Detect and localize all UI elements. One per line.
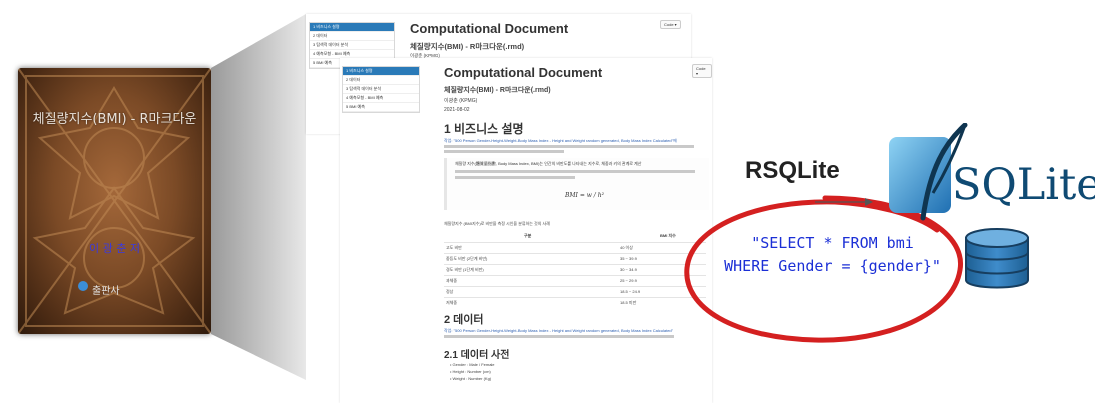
table-header-cell: 구분 [524, 233, 532, 238]
table-row: 저체중 18.5 미만 [444, 297, 706, 307]
book-publisher: 출판사 [92, 286, 120, 297]
toc-item[interactable]: 4 예측모형 - BMI 예측 [343, 94, 419, 103]
subsection-heading: 2.1 데이터 사전 [444, 350, 510, 361]
section-heading: 1 비즈니스 설명 [444, 122, 524, 136]
doc-title: Computational Document [444, 65, 603, 80]
text-line [444, 150, 564, 153]
book-author: 이 광 춘 저 [89, 242, 140, 255]
table-row: 경도 비만 (1단계 비만) 30 ~ 34.9 [444, 264, 706, 274]
text-line [444, 335, 674, 338]
text-line [444, 145, 694, 148]
intro-link[interactable]: 작업: "500 Person Gender-Height-Weight-Bod… [444, 138, 704, 144]
data-link[interactable]: 작업: "500 Person Gender-Height-Weight-Bod… [444, 328, 704, 334]
rsqlite-label: RSQLite [745, 157, 840, 184]
database-icon [965, 228, 1029, 289]
table-row: 중등도 비만 (2단계 비만) 35 ~ 39.9 [444, 253, 706, 263]
bmi-formula: BMI = w / h² [565, 192, 605, 199]
book-title: 체질량지수(BMI) - R마크다운 [32, 112, 197, 127]
table-row: 고도 비만 40 이상 [444, 242, 706, 252]
definition-quote: 체질량 지수(體質量指數, Body Mass Index, BMI)는 인간의… [444, 158, 709, 210]
list-item: • Gender : Male / Female [450, 362, 495, 367]
table-header: 구분 BMI 지수 [444, 231, 706, 240]
section-heading: 2 데이터 [444, 314, 484, 326]
text-line [455, 176, 575, 179]
sql-query: "SELECT * FROM bmi WHERE Gender = {gender… [700, 232, 965, 278]
list-item: • Weight : Number (Kg) [450, 376, 492, 381]
doc-subtitle: 체질량지수(BMI) - R마크다운(.rmd) [410, 42, 525, 51]
table-row: 과체중 25 ~ 29.9 [444, 275, 706, 285]
quote-text: 체질량 지수(體質量指數, Body Mass Index, BMI)는 인간의… [455, 161, 642, 166]
sql-line: WHERE Gender = {gender}" [724, 257, 941, 275]
arrow-icon [815, 198, 873, 206]
code-button[interactable]: Code ▾ [692, 64, 712, 78]
doc-date: 2021-08-02 [444, 107, 470, 113]
publisher-logo-icon [78, 281, 88, 291]
toc-item[interactable]: 2 데이터 [343, 76, 419, 85]
book-cover: 체질량지수(BMI) - R마크다운 이 광 춘 저 출판사 [18, 68, 211, 334]
toc-item[interactable]: 1 비즈니스 설명 [343, 67, 419, 76]
doc-title: Computational Document [410, 21, 569, 36]
toc-item[interactable]: 3 탐색적 데이터 분석 [310, 41, 394, 50]
sql-line: "SELECT * FROM bmi [751, 234, 914, 252]
table-caption: 체질량지수 (BMI지수)로 비만을 측정 시인을 분류하는 것의 사례 [444, 221, 550, 226]
table-header-cell: BMI 지수 [660, 233, 676, 238]
sqlite-wordmark: SQLite [952, 160, 1095, 210]
code-button[interactable]: Code ▾ [660, 20, 681, 29]
list-item: • Height : Number (cm) [450, 369, 491, 374]
toc-item[interactable]: 2 데이터 [310, 32, 394, 41]
toc-panel: 1 비즈니스 설명 2 데이터 3 탐색적 데이터 분석 4 예측모형 - BM… [342, 66, 420, 113]
doc-subtitle: 체질량지수(BMI) - R마크다운(.rmd) [444, 87, 551, 94]
toc-item[interactable]: 1 비즈니스 설명 [310, 23, 394, 32]
doc-author: 이광춘 (KPMG) [444, 98, 478, 104]
table-row: 정상 18.5 ~ 24.9 [444, 286, 706, 296]
text-line [455, 170, 695, 173]
projection-shape [211, 14, 306, 380]
toc-item[interactable]: 5 BMI 예측 [343, 103, 419, 112]
toc-item[interactable]: 3 탐색적 데이터 분석 [343, 85, 419, 94]
document-page-front: 1 비즈니스 설명 2 데이터 3 탐색적 데이터 분석 4 예측모형 - BM… [340, 58, 712, 403]
